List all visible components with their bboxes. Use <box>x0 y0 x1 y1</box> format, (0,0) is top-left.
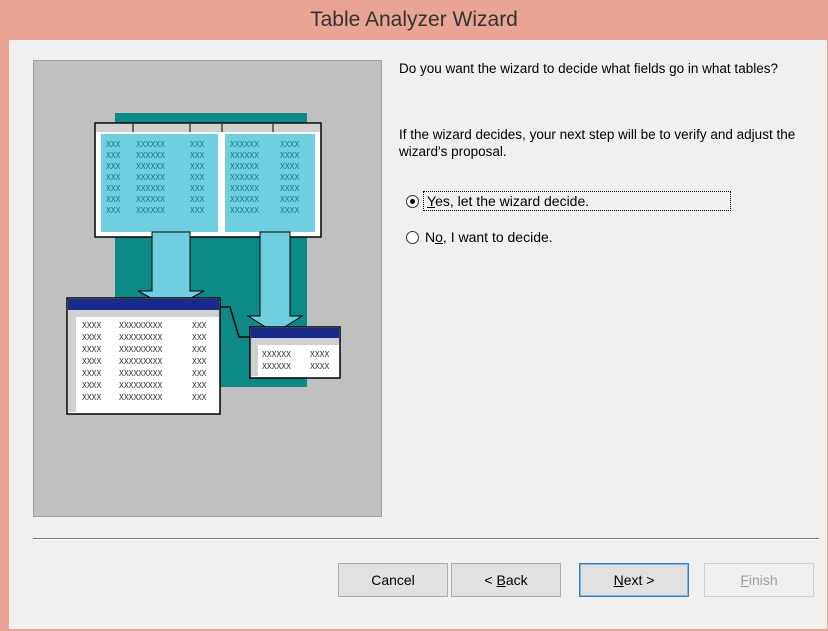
large-cell: XXXXXXXXX <box>119 321 163 330</box>
option-no-label[interactable]: No, I want to decide. <box>425 229 553 245</box>
option-yes-text: es, let the wizard decide. <box>435 193 590 209</box>
button-separator <box>33 538 819 540</box>
small-cell: XXXXXX <box>262 350 291 359</box>
src-cell: XXXXXX <box>136 206 165 215</box>
next-text: ext > <box>623 572 655 588</box>
window-title: Table Analyzer Wizard <box>310 8 518 31</box>
src-cell: XXX <box>190 206 205 215</box>
large-cell: XXX <box>192 357 207 366</box>
src-cell: XXX <box>190 195 205 204</box>
source-table: XXX XXXXXX XXX XXXXXX XXXX XXX XXXXXX XX… <box>94 122 322 238</box>
large-cell: XXXXXXXXX <box>119 381 163 390</box>
src-cell: XXX <box>106 162 121 171</box>
cancel-button[interactable]: Cancel <box>338 563 448 597</box>
large-cell: XXXXXXXXX <box>119 369 163 378</box>
src-cell: XXXXXX <box>230 184 259 193</box>
large-cell: XXXX <box>82 321 101 330</box>
large-cell: XXX <box>192 345 207 354</box>
src-cell: XXXX <box>280 184 299 193</box>
large-cell: XXXX <box>82 369 101 378</box>
src-cell: XXX <box>106 151 121 160</box>
finish-text: inish <box>748 572 778 588</box>
src-cell: XXXXXX <box>230 151 259 160</box>
large-cell: XXXXXXXXX <box>119 333 163 342</box>
src-cell: XXX <box>106 195 121 204</box>
finish-button[interactable]: Finish <box>704 563 814 597</box>
mnemonic-f: F <box>740 572 749 588</box>
option-i-decide[interactable]: No, I want to decide. <box>406 226 553 248</box>
option-no-prefix: N <box>425 229 436 245</box>
src-cell: XXXX <box>280 173 299 182</box>
src-cell: XXXXXX <box>136 151 165 160</box>
large-cell: XXX <box>192 321 207 330</box>
src-cell: XXXXXX <box>230 195 259 204</box>
large-cell: XXXX <box>82 357 101 366</box>
src-cell: XXX <box>106 173 121 182</box>
large-cell: XXXX <box>82 393 101 402</box>
mnemonic-o: o <box>435 229 443 245</box>
src-cell: XXXX <box>280 162 299 171</box>
large-cell: XXX <box>192 381 207 390</box>
option-wizard-decides[interactable]: Yes, let the wizard decide. <box>406 190 731 212</box>
small-cell: XXXX <box>310 362 329 371</box>
mnemonic-b: B <box>496 572 506 588</box>
wizard-window: Table Analyzer Wizard XXX XXXXXX XXX XXX… <box>0 0 828 631</box>
src-cell: XXXXXX <box>136 140 165 149</box>
large-cell: XXX <box>192 393 207 402</box>
src-cell: XXX <box>190 162 205 171</box>
src-cell: XXXXXX <box>136 184 165 193</box>
mnemonic-n: N <box>613 572 624 588</box>
wizard-prompt: Do you want the wizard to decide what fi… <box>399 61 778 76</box>
large-cell: XXX <box>192 369 207 378</box>
src-cell: XXX <box>190 151 205 160</box>
large-cell: XXXXXXXXX <box>119 357 163 366</box>
src-cell: XXX <box>106 184 121 193</box>
large-cell: XXXX <box>82 345 101 354</box>
large-cell: XXXXXXXXX <box>119 393 163 402</box>
large-cell: XXX <box>192 333 207 342</box>
next-button[interactable]: Next > <box>579 563 689 597</box>
large-cell: XXXX <box>82 381 101 390</box>
src-cell: XXXX <box>280 206 299 215</box>
src-cell: XXXXXX <box>136 162 165 171</box>
wizard-client-area: XXX XXXXXX XXX XXXXXX XXXX XXX XXXXXX XX… <box>9 40 827 629</box>
wizard-description: If the wizard decides, your next step wi… <box>399 127 796 159</box>
src-cell: XXXXXX <box>136 195 165 204</box>
src-cell: XXXXXX <box>230 140 259 149</box>
src-cell: XXX <box>190 173 205 182</box>
large-cell: XXXX <box>82 333 101 342</box>
table-split-illustration: XXX XXXXXX XXX XXXXXX XXXX XXX XXXXXX XX… <box>66 113 341 415</box>
result-table-large: XXXX XXXXXXXXX XXX XXXX XXXXXXXXX XXX XX… <box>66 297 221 415</box>
src-cell: XXXXXX <box>136 173 165 182</box>
radio-no[interactable] <box>406 230 419 244</box>
small-cell: XXXXXX <box>262 362 291 371</box>
illustration-panel: XXX XXXXXX XXX XXXXXX XXXX XXX XXXXXX XX… <box>33 60 382 517</box>
src-cell: XXX <box>190 140 205 149</box>
src-cell: XXXX <box>280 140 299 149</box>
src-cell: XXXX <box>280 151 299 160</box>
radio-yes[interactable] <box>406 194 419 208</box>
mnemonic-y: Y <box>427 193 436 209</box>
small-cell: XXXX <box>310 350 329 359</box>
back-prefix: < <box>484 572 497 588</box>
option-yes-label[interactable]: Yes, let the wizard decide. <box>423 191 731 211</box>
src-cell: XXX <box>106 140 121 149</box>
src-cell: XXXX <box>280 195 299 204</box>
option-no-text: , I want to decide. <box>442 229 553 245</box>
large-cell: XXXXXXXXX <box>119 345 163 354</box>
src-cell: XXXXXX <box>230 162 259 171</box>
src-cell: XXX <box>106 206 121 215</box>
result-table-small: XXXXXX XXXX XXXXXX XXXX <box>249 326 341 379</box>
src-cell: XXX <box>190 184 205 193</box>
src-cell: XXXXXX <box>230 206 259 215</box>
back-button[interactable]: < Back <box>451 563 561 597</box>
src-cell: XXXXXX <box>230 173 259 182</box>
back-text: ack <box>505 572 528 588</box>
